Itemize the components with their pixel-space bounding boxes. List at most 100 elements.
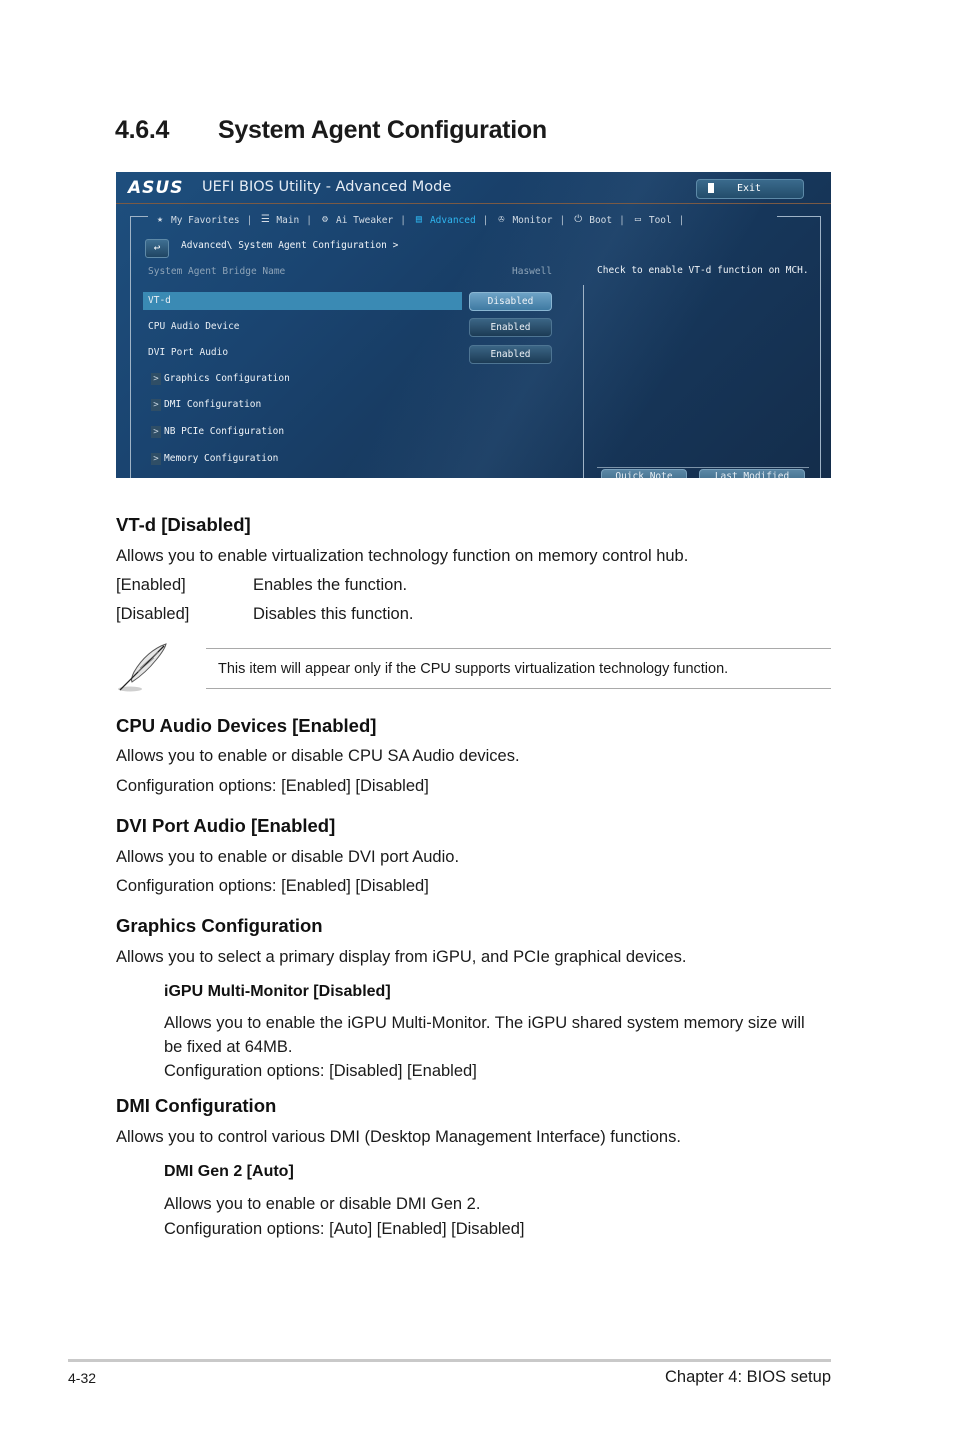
cpu-audio-description: Allows you to enable or disable CPU SA A… (116, 747, 520, 765)
cpu-audio-options: Configuration options: [Enabled] [Disabl… (116, 777, 429, 795)
menu-tab-advanced[interactable]: ▤ Advanced (413, 215, 476, 226)
chevron-right-icon: > (151, 425, 161, 438)
list-icon: ☰ (260, 214, 270, 225)
note-rule-top (206, 648, 831, 649)
dvi-audio-option-button[interactable]: Enabled (469, 345, 552, 364)
cpu-audio-option-button[interactable]: Enabled (469, 318, 552, 337)
vt-d-description: Allows you to enable virtualization tech… (116, 547, 689, 565)
bridge-name-label: System Agent Bridge Name (148, 266, 286, 277)
advanced-icon: ▤ (415, 214, 422, 225)
chevron-right-icon: > (151, 398, 161, 411)
submenu-nb-pcie-configuration[interactable]: > NB PCIe Configuration (151, 424, 284, 440)
menu-tab-label: Advanced (429, 214, 476, 226)
option-description: Enables the function. (253, 576, 408, 594)
cpu-audio-heading: CPU Audio Devices [Enabled] (116, 715, 377, 736)
dvi-audio-heading: DVI Port Audio [Enabled] (116, 815, 336, 836)
menu-separator: | (306, 214, 312, 226)
submenu-label: Memory Configuration (164, 453, 279, 464)
menu-separator: | (246, 214, 253, 226)
exit-button[interactable]: Exit (696, 179, 804, 199)
menu-tab-boot[interactable]: ⏻ Boot (572, 215, 612, 226)
menu-tab-label: Tool (648, 214, 672, 226)
bridge-name-row: System Agent Bridge Name Haswell (143, 263, 563, 281)
note-rule-bottom (206, 688, 831, 689)
last-modified-button[interactable]: Last Modified (699, 469, 805, 478)
menu-tab-label: My Favorites (171, 214, 240, 226)
setting-label: DVI Port Audio (148, 347, 229, 358)
igpu-multi-monitor-options: Configuration options: [Disabled] [Enabl… (164, 1062, 477, 1080)
bridge-name-value: Haswell (512, 266, 553, 277)
option-description: Disables this function. (253, 605, 414, 623)
tool-icon: ▭ (634, 214, 641, 225)
door-icon (708, 183, 714, 193)
page-number: 4-32 (68, 1370, 97, 1386)
bios-menu-bar: ★ My Favorites | ☰ Main | ⚙ Ai Tweaker | ▤ A… (154, 212, 691, 228)
menu-tab-label: Ai Tweaker (336, 214, 394, 226)
menu-separator: | (482, 214, 489, 226)
dmi-gen2-heading: DMI Gen 2 [Auto] (164, 1163, 294, 1180)
setting-row-vt-d[interactable]: VT-d (143, 292, 462, 310)
menu-tab-tool[interactable]: ▭ Tool (632, 215, 672, 226)
frame-line (777, 216, 821, 217)
menu-tab-my-favorites[interactable]: ★ My Favorites (154, 215, 240, 226)
menu-tab-label: Boot (589, 214, 613, 226)
dvi-audio-description: Allows you to enable or disable DVI port… (116, 848, 460, 866)
bios-header: ASUS UEFI BIOS Utility - Advanced Mode E… (116, 172, 831, 204)
menu-separator: | (619, 214, 625, 226)
dmi-gen2-options: Configuration options: [Auto] [Enabled] … (164, 1220, 525, 1238)
menu-tab-label: Main (276, 214, 300, 226)
help-panel-rule (597, 467, 809, 468)
igpu-multi-monitor-heading: iGPU Multi-Monitor [Disabled] (164, 983, 391, 1000)
chevron-right-icon: > (151, 372, 161, 385)
frame-line (130, 216, 148, 217)
dmi-gen2-description: Allows you to enable or disable DMI Gen … (164, 1195, 481, 1213)
dmi-description: Allows you to control various DMI (Deskt… (116, 1128, 681, 1146)
section-title: 4.6.4 System Agent Configuration (115, 116, 547, 145)
graphics-heading: Graphics Configuration (116, 915, 323, 936)
menu-tab-monitor[interactable]: ✇ Monitor (495, 215, 552, 226)
submenu-dmi-configuration[interactable]: > DMI Configuration (151, 397, 261, 413)
note-text: This item will appear only if the CPU su… (218, 661, 729, 677)
submenu-label: DMI Configuration (164, 399, 262, 410)
star-icon: ★ (156, 214, 164, 225)
help-text: Check to enable VT-d function on MCH. (597, 265, 809, 276)
back-arrow-icon: ↩ (153, 241, 161, 254)
vt-d-heading: VT-d [Disabled] (116, 514, 251, 535)
menu-separator: | (678, 214, 685, 226)
chapter-title: Chapter 4: BIOS setup (664, 1368, 831, 1386)
setting-label: VT-d (148, 295, 171, 306)
section-number: 4.6.4 (115, 116, 170, 144)
option-key: [Enabled] (116, 576, 186, 594)
submenu-label: NB PCIe Configuration (164, 426, 285, 437)
submenu-label: Graphics Configuration (164, 373, 290, 384)
igpu-multi-monitor-description: Allows you to enable the iGPU Multi-Moni… (164, 1014, 805, 1056)
chevron-right-icon: > (151, 452, 161, 465)
setting-label: CPU Audio Device (148, 321, 240, 332)
frame-line (820, 216, 821, 478)
menu-separator: | (400, 214, 406, 226)
menu-separator: | (559, 214, 566, 226)
menu-tab-ai-tweaker[interactable]: ⚙ Ai Tweaker (319, 215, 393, 226)
exit-label: Exit (737, 183, 762, 194)
submenu-memory-configuration[interactable]: > Memory Configuration (151, 451, 278, 467)
monitor-icon: ✇ (498, 214, 505, 225)
help-panel-divider (583, 285, 584, 478)
quick-note-button[interactable]: Quick Note (601, 469, 687, 478)
back-button[interactable]: ↩ (145, 239, 169, 258)
frame-line (130, 216, 131, 478)
menu-tab-label: Monitor (512, 214, 553, 226)
section-title-text: System Agent Configuration (218, 116, 547, 144)
menu-tab-main[interactable]: ☰ Main (259, 215, 299, 226)
footer-rule (68, 1359, 831, 1362)
bios-title: UEFI BIOS Utility - Advanced Mode (202, 179, 452, 195)
submenu-graphics-configuration[interactable]: > Graphics Configuration (151, 371, 290, 387)
bios-screenshot: ASUS UEFI BIOS Utility - Advanced Mode E… (116, 172, 831, 478)
dmi-heading: DMI Configuration (116, 1095, 277, 1116)
graphics-description: Allows you to select a primary display f… (116, 948, 687, 966)
breadcrumb: Advanced\ System Agent Configuration > (181, 240, 399, 251)
power-icon: ⏻ (574, 214, 583, 225)
dvi-audio-options: Configuration options: [Enabled] [Disabl… (116, 877, 429, 895)
vt-d-option-button[interactable]: Disabled (469, 292, 552, 311)
tweaker-icon: ⚙ (321, 214, 329, 225)
option-key: [Disabled] (116, 605, 190, 623)
